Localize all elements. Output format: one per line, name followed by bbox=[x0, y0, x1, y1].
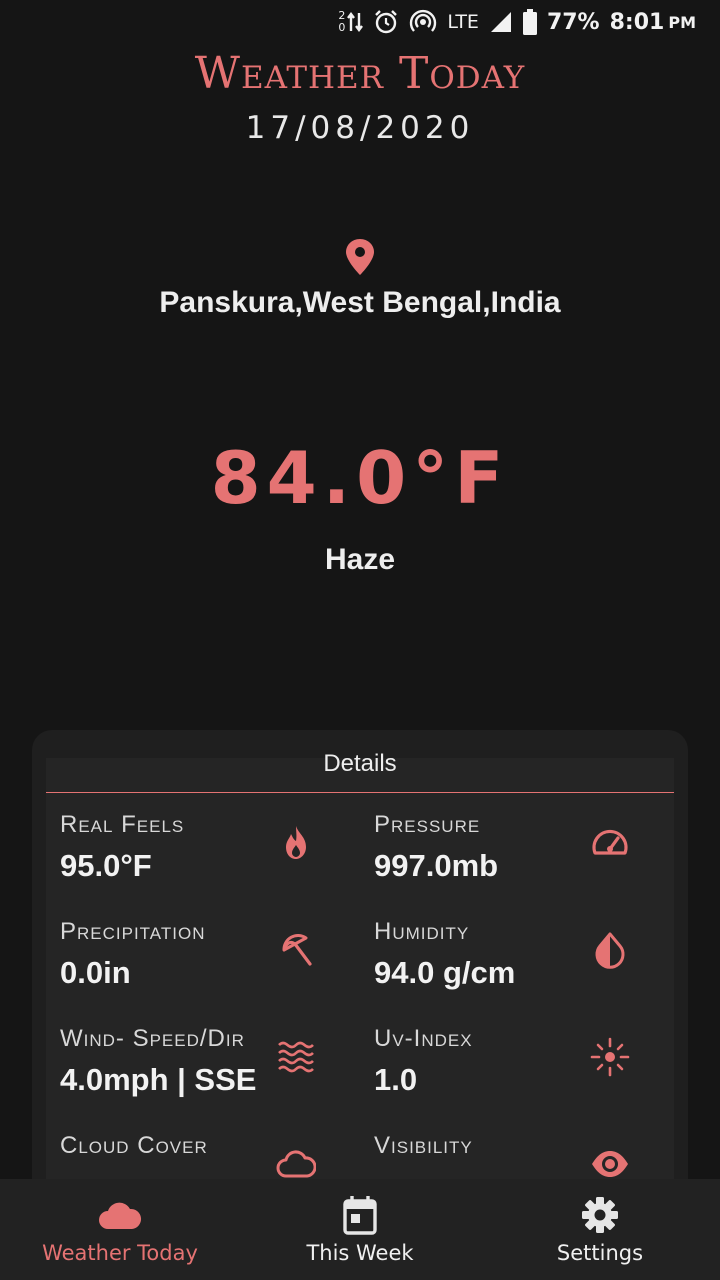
data-bottom-count: 0 bbox=[338, 21, 346, 34]
detail-value: 4.0mph | SSE bbox=[60, 1062, 257, 1097]
bottom-navigation: Weather Today This Week Settings bbox=[0, 1179, 720, 1280]
detail-real-feels: Real Feels 95.0°F bbox=[46, 793, 360, 900]
nav-label: Settings bbox=[556, 1241, 644, 1265]
hotspot-icon bbox=[410, 9, 437, 32]
clock: 8:01 PM bbox=[610, 10, 696, 35]
nav-label: This Week bbox=[306, 1241, 414, 1265]
weather-screen: 2 0 LTE 77% 8:01 PM Weather Today 17/08/… bbox=[0, 0, 720, 1280]
data-activity-indicator: 2 0 bbox=[338, 10, 364, 34]
detail-humidity: Humidity 94.0 g/cm bbox=[360, 900, 674, 1007]
nav-weather-today[interactable]: Weather Today bbox=[0, 1179, 240, 1280]
cloud-icon bbox=[276, 1150, 316, 1178]
gear-icon bbox=[582, 1197, 618, 1233]
detail-label: Cloud Cover bbox=[60, 1132, 208, 1159]
network-type: LTE bbox=[447, 11, 479, 33]
detail-label: Humidity bbox=[374, 918, 470, 945]
waves-icon bbox=[278, 1041, 314, 1073]
detail-wind: Wind- Speed/Dir 4.0mph | SSE bbox=[46, 1007, 360, 1114]
sun-icon bbox=[590, 1037, 630, 1077]
cloud-icon bbox=[99, 1202, 142, 1229]
umbrella-icon bbox=[282, 934, 312, 966]
details-card[interactable]: Details Real Feels 95.0°F Pressure 997.0… bbox=[32, 730, 688, 1200]
nav-settings[interactable]: Settings bbox=[480, 1179, 720, 1280]
detail-value: 95.0°F bbox=[60, 848, 152, 883]
eye-icon bbox=[592, 1151, 628, 1177]
weather-condition: Haze bbox=[324, 543, 396, 576]
status-bar: 2 0 LTE 77% 8:01 PM bbox=[0, 0, 720, 44]
details-title: Details bbox=[46, 752, 674, 793]
alarm-icon bbox=[375, 10, 398, 34]
gauge-icon bbox=[592, 829, 628, 855]
detail-label: Pressure bbox=[374, 811, 481, 838]
current-temperature: 84.0°F bbox=[210, 436, 510, 520]
detail-pressure: Pressure 997.0mb bbox=[360, 793, 674, 900]
detail-label: Visibility bbox=[374, 1132, 473, 1159]
detail-label: Real Feels bbox=[60, 811, 185, 838]
clock-ampm: PM bbox=[668, 12, 696, 32]
detail-label: Wind- Speed/Dir bbox=[60, 1025, 245, 1052]
location-name: Panskura,West Bengal,India bbox=[159, 286, 561, 319]
data-arrows-icon bbox=[347, 12, 364, 32]
calendar-icon bbox=[343, 1196, 377, 1235]
detail-value: 94.0 g/cm bbox=[374, 955, 516, 990]
location-pin-icon bbox=[346, 239, 374, 275]
detail-label: Precipitation bbox=[60, 918, 206, 945]
flame-icon bbox=[286, 826, 306, 859]
battery-icon bbox=[522, 9, 537, 35]
detail-precipitation: Precipitation 0.0in bbox=[46, 900, 360, 1007]
nav-this-week[interactable]: This Week bbox=[240, 1179, 480, 1280]
current-date: 17/08/2020 bbox=[245, 110, 475, 146]
detail-label: Uv-Index bbox=[374, 1025, 473, 1052]
app-title: Weather Today bbox=[194, 48, 526, 99]
nav-label: Weather Today bbox=[42, 1241, 198, 1265]
detail-value: 0.0in bbox=[60, 955, 131, 990]
clock-time: 8:01 bbox=[609, 9, 665, 35]
detail-value: 997.0mb bbox=[374, 848, 499, 883]
drop-icon bbox=[595, 932, 625, 969]
detail-uv-index: Uv-Index 1.0 bbox=[360, 1007, 674, 1114]
details-grid: Real Feels 95.0°F Pressure 997.0mb Preci… bbox=[46, 793, 674, 1200]
signal-icon bbox=[490, 12, 511, 32]
battery-percent: 77% bbox=[546, 9, 600, 35]
detail-value: 1.0 bbox=[374, 1062, 418, 1097]
